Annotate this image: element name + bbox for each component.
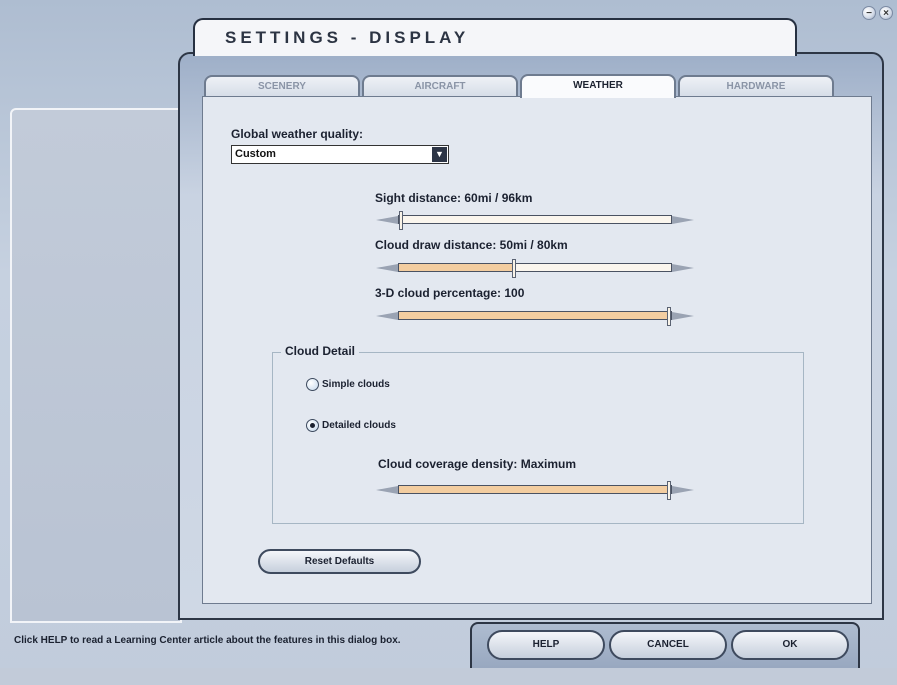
- slider-thumb[interactable]: [399, 211, 403, 230]
- detailed-clouds-radio[interactable]: [306, 419, 319, 432]
- slider-track[interactable]: [398, 211, 672, 230]
- slider-right-arrow[interactable]: [672, 312, 694, 320]
- tab-weather[interactable]: WEATHER: [520, 74, 676, 98]
- cancel-button[interactable]: CANCEL: [609, 630, 727, 660]
- simple-clouds-label[interactable]: Simple clouds: [322, 379, 390, 390]
- slider-fill: [399, 312, 669, 319]
- reset-defaults-button[interactable]: Reset Defaults: [258, 549, 421, 574]
- cloud-draw-distance-slider[interactable]: [376, 259, 694, 278]
- ok-button[interactable]: OK: [731, 630, 849, 660]
- cloud-draw-distance-label: Cloud draw distance: 50mi / 80km: [375, 238, 568, 252]
- chevron-down-icon[interactable]: ▼: [432, 147, 447, 162]
- slider-track[interactable]: [398, 481, 672, 500]
- slider-right-arrow[interactable]: [672, 486, 694, 494]
- minimize-icon[interactable]: −: [862, 6, 876, 20]
- simple-clouds-radio[interactable]: [306, 378, 319, 391]
- detailed-clouds-label[interactable]: Detailed clouds: [322, 420, 396, 431]
- slider-left-arrow[interactable]: [376, 312, 398, 320]
- tab-hardware[interactable]: HARDWARE: [678, 75, 834, 97]
- slider-track[interactable]: [398, 307, 672, 326]
- tab-scenery[interactable]: SCENERY: [204, 75, 360, 97]
- cloud-percentage-label: 3-D cloud percentage: 100: [375, 286, 525, 300]
- side-panel: [10, 108, 182, 623]
- slider-fill: [399, 264, 514, 271]
- slider-fill: [399, 486, 669, 493]
- slider-left-arrow[interactable]: [376, 486, 398, 494]
- cloud-density-slider[interactable]: [376, 481, 694, 500]
- help-button[interactable]: HELP: [487, 630, 605, 660]
- close-icon[interactable]: ×: [879, 6, 893, 20]
- weather-quality-select[interactable]: Custom ▼: [231, 145, 449, 164]
- slider-left-arrow[interactable]: [376, 264, 398, 272]
- slider-thumb[interactable]: [667, 481, 671, 500]
- slider-right-arrow[interactable]: [672, 264, 694, 272]
- cloud-detail-group: [272, 352, 804, 524]
- sight-distance-slider[interactable]: [376, 211, 694, 230]
- slider-right-arrow[interactable]: [672, 216, 694, 224]
- slider-track[interactable]: [398, 259, 672, 278]
- slider-left-arrow[interactable]: [376, 216, 398, 224]
- cloud-density-label: Cloud coverage density: Maximum: [378, 457, 577, 471]
- window-title: SETTINGS - DISPLAY: [225, 28, 470, 47]
- help-hint-text: Click HELP to read a Learning Center art…: [14, 635, 401, 646]
- weather-quality-value: Custom: [235, 148, 276, 160]
- tab-aircraft[interactable]: AIRCRAFT: [362, 75, 518, 97]
- weather-quality-label: Global weather quality:: [231, 127, 364, 141]
- sight-distance-label: Sight distance: 60mi / 96km: [375, 191, 533, 205]
- slider-thumb[interactable]: [667, 307, 671, 326]
- radio-dot: [310, 423, 315, 428]
- cloud-percentage-slider[interactable]: [376, 307, 694, 326]
- cloud-detail-title: Cloud Detail: [281, 344, 360, 358]
- title-banner: SETTINGS - DISPLAY: [193, 18, 797, 56]
- bottom-strip: [0, 668, 897, 685]
- slider-thumb[interactable]: [512, 259, 516, 278]
